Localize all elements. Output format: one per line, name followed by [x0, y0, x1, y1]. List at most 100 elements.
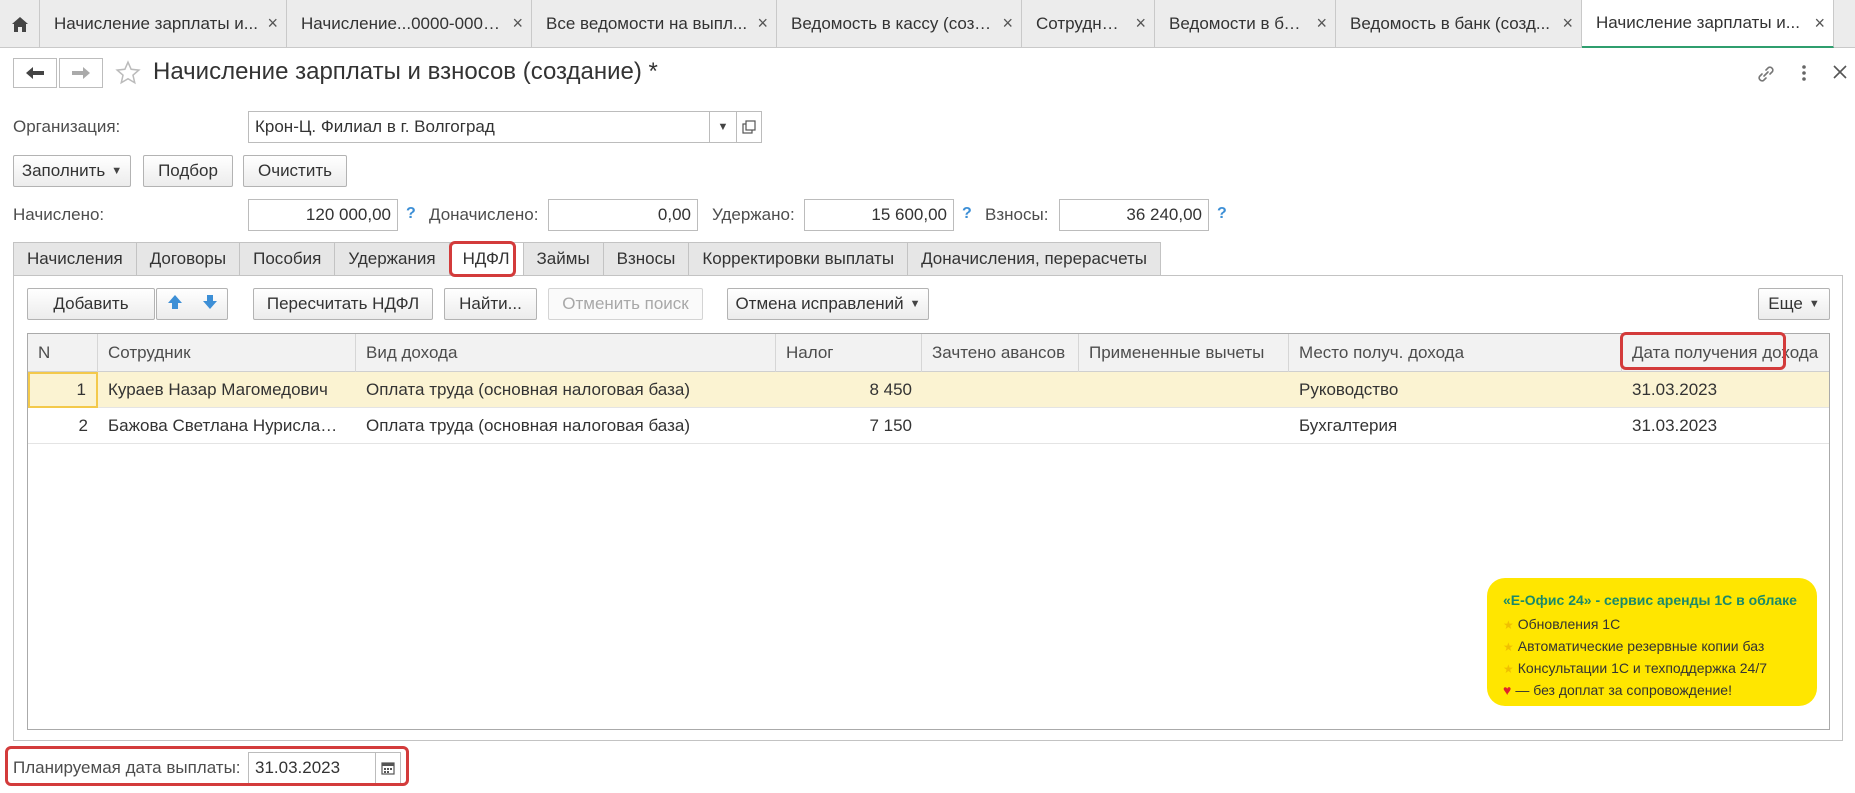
extra-field[interactable]: 0,00 [548, 199, 698, 231]
planned-payment-date-field[interactable]: 31.03.2023 [248, 752, 376, 784]
column-header-deductions[interactable]: Примененные вычеты [1079, 334, 1289, 372]
tab-accruals[interactable]: Начисления [13, 242, 136, 276]
column-header-tax[interactable]: Налог [776, 334, 922, 372]
cell-tax[interactable]: 7 150 [776, 408, 922, 444]
close-icon[interactable]: × [757, 14, 768, 32]
accrued-help-icon[interactable]: ? [406, 205, 416, 223]
tab-recalculations[interactable]: Доначисления, перерасчеты [907, 242, 1161, 276]
promo-line-text: Консультации 1С и техподдержка 24/7 [1517, 660, 1768, 676]
cell-employee[interactable]: Кураев Назар Магомедович [98, 372, 356, 408]
cell-advances[interactable] [922, 372, 1079, 408]
column-header-income-type[interactable]: Вид дохода [356, 334, 776, 372]
recalculate-ndfl-button[interactable]: Пересчитать НДФЛ [253, 288, 433, 320]
cancel-search-button[interactable]: Отменить поиск [548, 288, 703, 320]
chevron-down-icon: ▼ [111, 165, 123, 177]
column-header-advances[interactable]: Зачтено авансов [922, 334, 1079, 372]
more-button[interactable]: Еще ▼ [1758, 288, 1830, 320]
tab-deductions[interactable]: Удержания [334, 242, 449, 276]
cell-employee[interactable]: Бажова Светлана Нурисламовна [98, 408, 356, 444]
clear-button-label: Очистить [257, 161, 332, 180]
table-row[interactable]: 1 Кураев Назар Магомедович Оплата труда … [28, 372, 1829, 408]
close-icon[interactable]: × [267, 14, 278, 32]
add-button-label: Добавить [53, 294, 129, 313]
cell-income-type[interactable]: Оплата труда (основная налоговая база) [356, 372, 776, 408]
column-header-n[interactable]: N [28, 334, 98, 372]
cell-employee-text: Кураев Назар Магомедович [108, 380, 328, 399]
window-tab-label: Начисление...0000-000001 [301, 14, 505, 33]
window-tab[interactable]: Ведомости в банк × [1155, 0, 1336, 48]
column-header-income-place[interactable]: Место получ. дохода [1289, 334, 1622, 372]
move-down-icon[interactable] [201, 293, 219, 316]
close-icon[interactable]: × [1002, 14, 1013, 32]
star-icon: ★ [1503, 662, 1514, 676]
cancel-corrections-button[interactable]: Отмена исправлений ▼ [727, 288, 929, 320]
table-row[interactable]: 2 Бажова Светлана Нурисламовна Оплата тр… [28, 408, 1829, 444]
contributions-help-icon[interactable]: ? [1217, 205, 1227, 223]
close-icon[interactable]: × [1814, 14, 1825, 32]
close-icon[interactable]: × [1135, 14, 1146, 32]
cell-deductions[interactable] [1079, 372, 1289, 408]
cell-income-place[interactable]: Бухгалтерия [1289, 408, 1622, 444]
move-up-icon[interactable] [166, 293, 184, 316]
back-button[interactable] [13, 58, 57, 88]
cell-deductions[interactable] [1079, 408, 1289, 444]
tab-contracts[interactable]: Договоры [135, 242, 240, 276]
forward-button[interactable] [59, 58, 103, 88]
window-tab[interactable]: Все ведомости на выпл... × [532, 0, 777, 48]
window-tab[interactable]: Ведомость в кассу (созд... × [777, 0, 1022, 48]
link-icon[interactable] [1755, 63, 1777, 90]
cell-advances[interactable] [922, 408, 1079, 444]
tab-contributions[interactable]: Взносы [602, 242, 689, 276]
recalculate-ndfl-label: Пересчитать НДФЛ [266, 294, 420, 313]
window-tab[interactable]: Начисление...0000-000001 × [287, 0, 532, 48]
accrued-field[interactable]: 120 000,00 [248, 199, 398, 231]
close-icon[interactable]: × [512, 14, 523, 32]
window-tab-label: Ведомости в банк [1169, 14, 1309, 33]
organization-open-button[interactable] [736, 111, 762, 143]
star-icon: ★ [1503, 618, 1514, 632]
find-button[interactable]: Найти... [444, 288, 537, 320]
home-button[interactable] [0, 0, 40, 48]
tab-payment-adjustments[interactable]: Корректировки выплаты [688, 242, 908, 276]
promo-line: ★ Автоматические резервные копии баз [1503, 636, 1801, 658]
planned-payment-date-value: 31.03.2023 [255, 758, 341, 777]
more-vertical-icon[interactable] [1800, 63, 1808, 88]
withheld-help-icon[interactable]: ? [962, 205, 972, 223]
contributions-field[interactable]: 36 240,00 [1059, 199, 1209, 231]
tab-loans[interactable]: Займы [522, 242, 603, 276]
cell-income-date[interactable]: 31.03.2023 [1622, 408, 1831, 444]
cell-income-date[interactable]: 31.03.2023 [1622, 372, 1831, 408]
organization-dropdown-button[interactable]: ▼ [709, 111, 737, 143]
window-tab-bar: Начисление зарплаты и... × Начисление...… [0, 0, 1855, 48]
clear-button[interactable]: Очистить [243, 155, 347, 187]
cell-income-type-text: Оплата труда (основная налоговая база) [366, 380, 690, 399]
window-tab-active[interactable]: Начисление зарплаты и... × [1582, 0, 1834, 48]
add-button[interactable]: Добавить [27, 288, 155, 320]
cell-n[interactable]: 1 [28, 372, 98, 408]
cell-tax[interactable]: 8 450 [776, 372, 922, 408]
close-window-icon[interactable] [1832, 64, 1848, 85]
window-tab[interactable]: Ведомость в банк (созд... × [1336, 0, 1582, 48]
cell-income-type[interactable]: Оплата труда (основная налоговая база) [356, 408, 776, 444]
tab-benefits[interactable]: Пособия [239, 242, 335, 276]
window-tab[interactable]: Начисление зарплаты и... × [40, 0, 287, 48]
cancel-corrections-label: Отмена исправлений [735, 294, 904, 313]
cell-income-place[interactable]: Руководство [1289, 372, 1622, 408]
favorite-star-icon[interactable] [115, 60, 141, 91]
home-icon [11, 16, 28, 32]
extra-label: Доначислено: [429, 205, 539, 224]
close-icon[interactable]: × [1562, 14, 1573, 32]
column-header-income-date[interactable]: Дата получения дохода [1622, 334, 1831, 372]
calendar-button[interactable] [375, 752, 401, 784]
tab-ndfl[interactable]: НДФЛ [448, 242, 523, 276]
close-icon[interactable]: × [1316, 14, 1327, 32]
window-tab[interactable]: Сотрудники × [1022, 0, 1155, 48]
select-button[interactable]: Подбор [143, 155, 233, 187]
column-header-employee[interactable]: Сотрудник [98, 334, 356, 372]
cell-n[interactable]: 2 [28, 408, 98, 444]
fill-button[interactable]: Заполнить ▼ [13, 155, 131, 187]
organization-field[interactable]: Крон-Ц. Филиал в г. Волгоград [248, 111, 710, 143]
window-tab-label: Ведомость в банк (созд... [1350, 14, 1551, 33]
withheld-field[interactable]: 15 600,00 [804, 199, 954, 231]
promo-banner[interactable]: «Е-Офис 24» - сервис аренды 1С в облаке … [1487, 578, 1817, 706]
